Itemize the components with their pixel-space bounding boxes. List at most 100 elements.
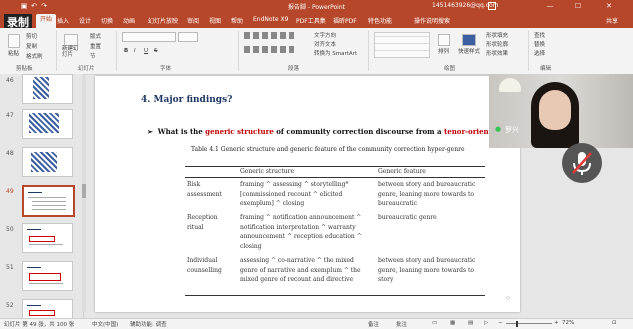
tell-me-search[interactable]: 操作说明搜索 [414, 16, 450, 25]
convert-smartart-button[interactable]: 转换为 SmartArt [314, 49, 357, 57]
row-label: assessment [187, 190, 222, 198]
row-label: counselling [187, 266, 222, 274]
list-buttons[interactable] [244, 32, 294, 39]
zoom-in-icon[interactable]: + [554, 320, 559, 326]
paste-icon[interactable] [8, 34, 20, 48]
zoom-out-icon[interactable]: − [498, 320, 503, 326]
new-slide-button[interactable]: 新建幻灯片 [62, 46, 82, 58]
thumbnail-line [32, 205, 66, 206]
tab-help[interactable]: 帮助 [231, 16, 243, 25]
accessibility-status[interactable]: 辅助功能: 调查 [130, 320, 167, 328]
alignment-buttons[interactable] [244, 46, 294, 53]
title-bar: ▣ ↶ ↷ 报告脚 - PowerPoint 1451463926@qq.com… [0, 0, 633, 13]
new-slide-icon[interactable] [64, 34, 78, 46]
slide-thumbnail-selected[interactable] [22, 185, 75, 217]
slide-question[interactable]: ➢ What is the generic structure of commu… [147, 127, 513, 136]
slide-thumbnail[interactable] [22, 74, 73, 104]
tab-review[interactable]: 审阅 [187, 16, 199, 25]
zoom-slider[interactable] [506, 323, 552, 324]
shape-fill-button[interactable]: 形状填充 [486, 31, 508, 39]
slideshow-icon[interactable]: ▷ [484, 320, 488, 326]
tab-insert[interactable]: 插入 [57, 16, 69, 25]
divider [528, 31, 529, 71]
structure-line: announcement ^ reception education ^ [240, 233, 362, 240]
slide-sorter-icon[interactable]: ▦ [450, 320, 455, 326]
zoom-slider-handle[interactable] [516, 321, 518, 327]
select-button[interactable]: 选择 [534, 49, 545, 57]
thumbnail-line [32, 201, 66, 202]
tab-features[interactable]: 特色功能 [368, 16, 392, 25]
mic-muted-icon [572, 152, 592, 175]
tab-animations[interactable]: 动画 [123, 16, 135, 25]
table-header-row [185, 167, 485, 178]
tab-foxit-pdf[interactable]: 福昕PDF [333, 16, 357, 25]
scrollbar-thumb[interactable] [82, 184, 86, 198]
layout-button[interactable]: 版式 [90, 32, 101, 40]
replace-button[interactable]: 替换 [534, 40, 545, 48]
arrange-icon[interactable] [438, 34, 450, 46]
feature-line: bureaucratic genre [378, 214, 437, 221]
quick-styles-icon[interactable] [462, 34, 476, 46]
shapes-gallery[interactable] [374, 32, 430, 58]
tab-file[interactable]: 开始 [36, 14, 57, 28]
group-clipboard-label: 剪贴板 [16, 66, 33, 72]
quick-styles-button[interactable]: 快速样式 [458, 47, 480, 55]
font-name-select[interactable] [122, 32, 176, 42]
reset-button[interactable]: 重置 [90, 42, 101, 50]
findings-table[interactable]: Generic structure Generic feature Risk a… [185, 166, 485, 296]
share-button[interactable]: 共享 [606, 16, 618, 25]
shape-effects-button[interactable]: 形状效果 [486, 49, 508, 57]
speaker-video[interactable]: ● 罗兴 [489, 74, 633, 148]
tab-view[interactable]: 视图 [209, 16, 221, 25]
align-text-button[interactable]: 对齐文本 [314, 40, 336, 48]
ribbon-options-icon[interactable] [488, 2, 496, 10]
slide-thumbnail[interactable] [22, 147, 73, 177]
normal-view-icon[interactable]: ▭ [432, 320, 437, 326]
language-indicator[interactable]: 中文(中国) [92, 320, 118, 328]
divider [238, 31, 239, 71]
slide-thumbnail[interactable] [22, 109, 73, 139]
font-size-select[interactable] [178, 32, 198, 42]
tab-transitions[interactable]: 切换 [101, 16, 113, 25]
zoom-level[interactable]: 72% [562, 320, 574, 326]
tab-endnote[interactable]: EndNote X9 [253, 16, 288, 23]
format-painter-button[interactable]: 格式刷 [26, 52, 43, 60]
row-label: ritual [187, 223, 204, 231]
notes-button[interactable]: 备注 [368, 320, 379, 328]
group-editing-label: 编辑 [540, 66, 552, 72]
underline-button[interactable]: U [144, 48, 148, 54]
shape-outline-button[interactable]: 形状轮廓 [486, 40, 508, 48]
tab-design[interactable]: 设计 [79, 16, 91, 25]
section-button[interactable]: 节 [90, 52, 96, 60]
structure-line: framing ^ notification announcement ^ [240, 214, 362, 221]
tab-slideshow[interactable]: 幻灯片放映 [148, 16, 178, 25]
reading-view-icon[interactable]: ▤ [468, 320, 473, 326]
slide-thumbnail[interactable] [22, 299, 73, 319]
slide-heading[interactable]: 4. Major findings? [141, 95, 232, 105]
bullet-icon: ➢ [147, 127, 153, 136]
mic-muted-button[interactable] [562, 143, 602, 183]
slide-thumbnail[interactable] [22, 223, 73, 253]
maximize-icon[interactable]: ☐ [574, 2, 582, 10]
tab-pdf-tools[interactable]: PDF工具集 [296, 16, 326, 25]
feature-line: genre, leaning more towards to [378, 266, 475, 274]
comments-button[interactable]: 批注 [396, 320, 407, 328]
bold-button[interactable]: B [124, 48, 128, 54]
italic-button[interactable]: I [134, 48, 136, 54]
find-button[interactable]: 查找 [534, 31, 545, 39]
fit-slide-icon[interactable]: ⊡ [612, 320, 617, 326]
text-direction-button[interactable]: 文字方向 [314, 31, 336, 39]
thumbnail-box [29, 273, 61, 281]
cut-button[interactable]: 剪切 [26, 32, 37, 40]
minimize-icon[interactable]: — [546, 2, 554, 10]
arrange-button[interactable]: 排列 [438, 47, 449, 55]
paste-button[interactable]: 粘贴 [8, 49, 19, 57]
slide-thumbnail[interactable] [22, 261, 73, 291]
window-title: 报告脚 - PowerPoint [287, 4, 346, 11]
divider [116, 31, 117, 71]
structure-line: mixed genre of recount and directive [240, 276, 354, 283]
close-icon[interactable]: ✕ [605, 2, 613, 10]
strikethrough-button[interactable]: S [154, 48, 158, 54]
slide-canvas[interactable]: 4. Major findings? ➢ What is the generic… [95, 76, 520, 312]
copy-button[interactable]: 复制 [26, 42, 37, 50]
